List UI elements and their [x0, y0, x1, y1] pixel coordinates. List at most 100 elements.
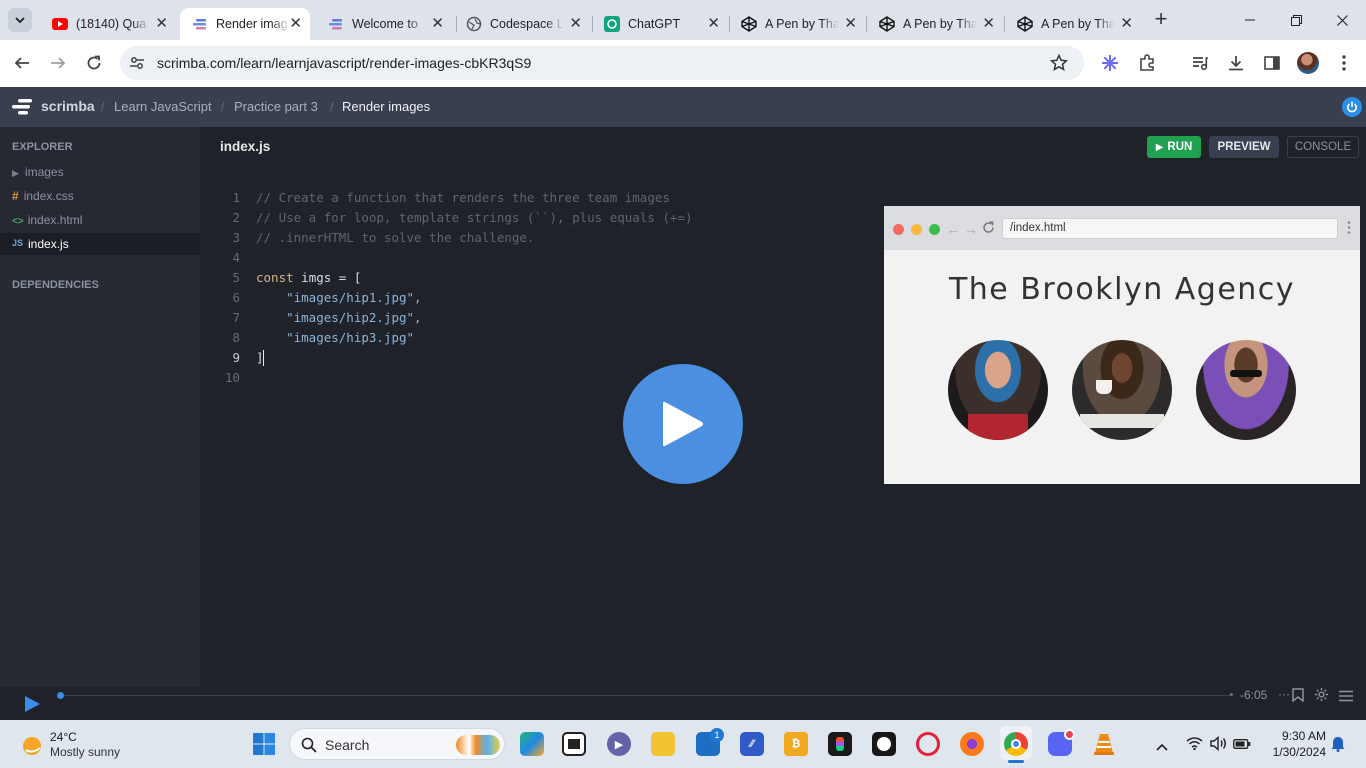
vlc-icon[interactable]: [1092, 732, 1116, 756]
sidebar-item-index-js[interactable]: JS index.js: [0, 233, 200, 255]
close-window-button[interactable]: [1328, 10, 1356, 30]
project-tool-icon[interactable]: ⁄⁄: [740, 732, 764, 756]
code-line[interactable]: // .innerHTML to solve the challenge.: [256, 230, 534, 245]
code-line[interactable]: // Create a function that renders the th…: [256, 190, 670, 205]
progress-handle[interactable]: [57, 692, 64, 699]
github-icon[interactable]: [872, 732, 896, 756]
browser-tab[interactable]: A Pen by Tha ✕: [867, 8, 1003, 40]
breadcrumb-section[interactable]: Practice part 3: [234, 99, 318, 114]
volume-icon[interactable]: [1210, 735, 1227, 756]
wifi-icon[interactable]: [1186, 736, 1203, 755]
new-tab-button[interactable]: +: [1150, 8, 1172, 32]
menu-kebab-icon[interactable]: [1333, 52, 1355, 74]
gear-icon[interactable]: [1314, 687, 1329, 707]
file-explorer-icon[interactable]: [651, 732, 675, 756]
console-button[interactable]: CONSOLE: [1287, 136, 1359, 158]
copilot-icon[interactable]: [520, 732, 544, 756]
run-button[interactable]: ▶ RUN: [1147, 136, 1201, 158]
extension-perplexity-icon[interactable]: [1099, 52, 1121, 74]
close-tab-icon[interactable]: ✕: [982, 16, 995, 32]
forward-button[interactable]: [47, 52, 69, 74]
start-button[interactable]: [252, 732, 276, 756]
browser-tab[interactable]: A Pen by Tha ✕: [729, 8, 865, 40]
browser-tab[interactable]: ChatGPT ✕: [592, 8, 728, 40]
breadcrumb-course[interactable]: Learn JavaScript: [114, 99, 212, 114]
close-tab-icon[interactable]: ✕: [155, 16, 168, 32]
close-tab-icon[interactable]: ✕: [569, 16, 582, 32]
maximize-dot[interactable]: [929, 224, 940, 235]
side-panel-icon[interactable]: [1261, 52, 1283, 74]
sidebar-item-index-css[interactable]: # index.css: [12, 189, 74, 203]
bookmark-icon[interactable]: [1292, 688, 1304, 707]
browser-tab[interactable]: Welcome to ✕: [316, 8, 452, 40]
preview-button[interactable]: PREVIEW: [1209, 136, 1279, 158]
weather-widget[interactable]: 24°C Mostly sunny: [20, 730, 150, 762]
arrow-left-icon[interactable]: ←: [946, 221, 960, 237]
notification-bell-icon[interactable]: [1331, 736, 1345, 757]
restore-window-button[interactable]: [1282, 10, 1310, 30]
dependencies-title[interactable]: DEPENDENCIES: [12, 279, 99, 291]
minimize-dot[interactable]: [911, 224, 922, 235]
reload-button[interactable]: [83, 52, 105, 74]
downloads-icon[interactable]: [1225, 52, 1247, 74]
meet-now-icon[interactable]: ▶: [607, 732, 631, 756]
firefox-icon[interactable]: [960, 732, 984, 756]
scrimba-logo-text[interactable]: scrimba: [41, 98, 95, 114]
play-button[interactable]: [24, 695, 41, 718]
code-line[interactable]: "images/hip1.jpg",: [256, 290, 421, 305]
preview-window[interactable]: ← → /index.html The Brooklyn Agency: [884, 206, 1360, 484]
battery-icon[interactable]: [1233, 737, 1251, 755]
opera-icon[interactable]: [916, 732, 940, 756]
close-tab-icon[interactable]: ✕: [431, 16, 444, 32]
sidebar-item-index-html[interactable]: <> index.html: [12, 213, 82, 227]
bookmark-star-icon[interactable]: [1049, 53, 1069, 77]
close-tab-icon[interactable]: ✕: [289, 16, 302, 32]
browser-tab-active[interactable]: Render imag ✕: [180, 8, 310, 40]
power-button[interactable]: [1342, 97, 1362, 117]
progress-track[interactable]: [60, 695, 1232, 696]
video-play-button[interactable]: [623, 364, 743, 484]
more-options-icon[interactable]: ···: [1278, 687, 1290, 701]
file-explorer: EXPLORER ▶ images # index.css <> index.html…: [0, 127, 200, 687]
close-tab-icon[interactable]: ✕: [707, 16, 720, 32]
profile-avatar[interactable]: [1297, 52, 1319, 74]
code-line[interactable]: const imgs = [: [256, 270, 361, 285]
preview-url-field[interactable]: /index.html: [1002, 218, 1338, 239]
sidebar-item-images[interactable]: ▶ images: [12, 165, 64, 179]
tab-search-button[interactable]: [8, 8, 32, 32]
figma-icon[interactable]: [828, 732, 852, 756]
bitcoin-icon[interactable]: ₿: [784, 732, 808, 756]
chevron-up-icon[interactable]: [1156, 738, 1168, 756]
site-settings-icon[interactable]: [129, 55, 145, 76]
browser-tab[interactable]: A Pen by Tha ✕: [1005, 8, 1141, 40]
taskbar-search-box[interactable]: Search: [289, 728, 505, 760]
browser-tab[interactable]: Codespace L ✕: [454, 8, 590, 40]
close-tab-icon[interactable]: ✕: [844, 16, 857, 32]
chrome-icon[interactable]: [1004, 732, 1028, 756]
arrow-right-icon[interactable]: →: [964, 221, 978, 237]
reload-icon[interactable]: [982, 221, 995, 239]
restore-icon: [1290, 14, 1302, 26]
tab-title: (18140) Qua: [76, 17, 147, 31]
url-text[interactable]: scrimba.com/learn/learnjavascript/render…: [157, 55, 531, 71]
scrimba-icon: [192, 16, 208, 32]
js-file-icon: JS: [12, 238, 24, 248]
close-tab-icon[interactable]: ✕: [1120, 16, 1133, 32]
clock-date[interactable]: 1/30/2024: [1262, 745, 1326, 759]
extensions-puzzle-icon[interactable]: [1136, 52, 1158, 74]
scrimba-logo-icon[interactable]: [12, 99, 34, 120]
clock-time[interactable]: 9:30 AM: [1266, 729, 1326, 743]
back-button[interactable]: [11, 52, 33, 74]
minimize-window-button[interactable]: [1236, 10, 1264, 30]
media-controls-icon[interactable]: [1189, 52, 1211, 74]
address-bar[interactable]: scrimba.com/learn/learnjavascript/render…: [120, 46, 1084, 80]
code-line[interactable]: // Use a for loop, template strings (``)…: [256, 210, 693, 225]
code-line[interactable]: "images/hip3.jpg": [256, 330, 414, 345]
task-view-icon[interactable]: [562, 732, 586, 756]
close-dot[interactable]: [893, 224, 904, 235]
breadcrumb-separator: /: [101, 99, 105, 114]
menu-kebab-icon[interactable]: [1347, 221, 1351, 239]
code-line[interactable]: "images/hip2.jpg",: [256, 310, 421, 325]
browser-tab[interactable]: (18140) Qua ✕: [40, 8, 176, 40]
hamburger-menu-icon[interactable]: [1339, 689, 1353, 707]
